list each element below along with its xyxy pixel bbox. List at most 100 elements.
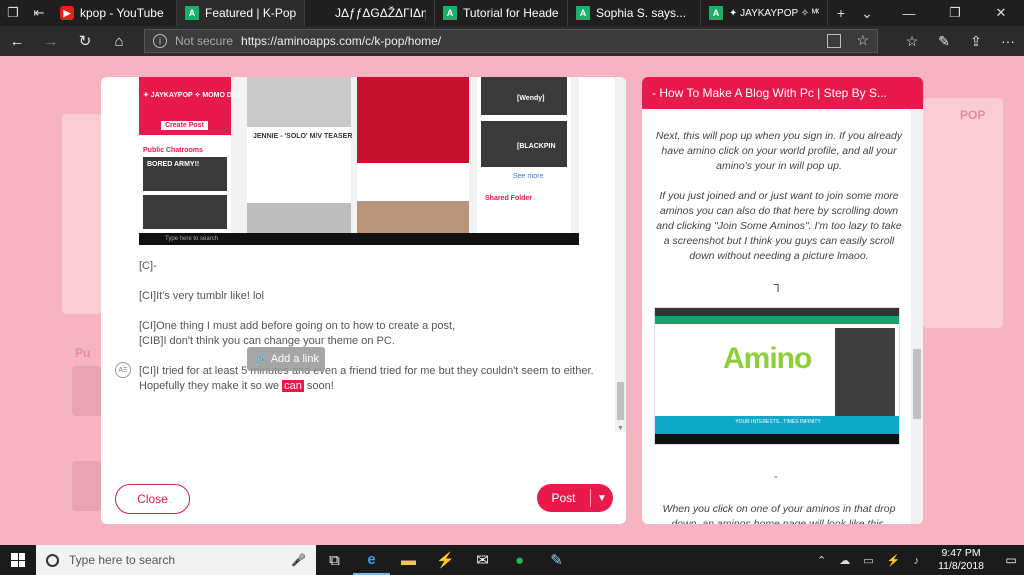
preview-scrollbar[interactable] bbox=[911, 109, 923, 524]
preview-body: Next, this will pop up when you sign in.… bbox=[654, 129, 904, 279]
scrollbar-thumb[interactable] bbox=[913, 349, 921, 419]
link-icon: 🔗 bbox=[252, 353, 267, 366]
tab-title: kpop - YouTube bbox=[80, 6, 164, 20]
tab-title: Sophia S. says... bbox=[596, 6, 687, 20]
forward-icon[interactable]: → bbox=[34, 26, 68, 56]
scrollbar-thumb[interactable] bbox=[617, 382, 624, 420]
tab-actions-icon[interactable]: ❐ bbox=[0, 0, 26, 26]
preview-paragraph: Next, this will pop up when you sign in.… bbox=[655, 130, 903, 172]
notification-icon[interactable]: ▭ bbox=[998, 553, 1024, 567]
editor-line: Hopefully they make it so we bbox=[139, 380, 283, 392]
screenshot-navbar bbox=[655, 316, 899, 324]
amino-icon: A bbox=[709, 6, 723, 20]
more-icon[interactable]: ··· bbox=[992, 26, 1024, 56]
shared-folder-label: Shared Folder bbox=[485, 195, 533, 202]
video-title: JENNIE - 'SOLO' M/V TEASER bbox=[253, 133, 353, 140]
chevron-down-icon[interactable]: ⌄ bbox=[854, 0, 880, 26]
add-link-label: Add a link bbox=[270, 353, 319, 365]
youtube-icon: ▶ bbox=[60, 6, 74, 20]
search-placeholder: Type here to search bbox=[69, 553, 176, 567]
amino-icon: A bbox=[185, 6, 199, 20]
address-bar[interactable]: i Not secure https://aminoapps.com/c/k-p… bbox=[144, 29, 878, 53]
tab-featured[interactable]: A Featured | K-Pop Ai bbox=[177, 0, 305, 26]
group-name: [BLACKPIN bbox=[517, 143, 556, 150]
bg-right-card bbox=[923, 98, 1003, 328]
windows-taskbar: Type here to search 🎤 ⧉ e ▬ ⚡ ✉ ● ✎ ⌃ ☁ … bbox=[0, 545, 1024, 575]
system-tray: ⌃ ☁ ▭ ⚡ ♪ 9:47 PM 11/8/2018 ▭ bbox=[817, 545, 1024, 575]
editor-line: [CI]I tried for at least 5 minutes and e… bbox=[139, 365, 594, 377]
start-button[interactable] bbox=[0, 545, 36, 575]
tab-youtube[interactable]: ▶ kpop - YouTube bbox=[52, 0, 177, 26]
mail-icon[interactable]: ✉ bbox=[464, 545, 501, 575]
tray-icons[interactable]: ⌃ ☁ ▭ ⚡ ♪ bbox=[817, 554, 924, 567]
task-view-icon[interactable]: ⧉ bbox=[316, 545, 353, 575]
see-more-link: See more bbox=[513, 173, 544, 180]
tab-tutorial[interactable]: A Tutorial for Headers, Bc bbox=[435, 0, 568, 26]
add-link-tooltip[interactable]: 🔗 Add a link bbox=[247, 347, 325, 371]
editor-scrollbar[interactable]: ▼ bbox=[615, 77, 626, 432]
editor-body[interactable]: [C]- [CI]It's very tumblr like! lol [CI]… bbox=[139, 259, 609, 409]
minimize-icon[interactable]: — bbox=[886, 0, 932, 26]
post-button[interactable]: Post ▼ bbox=[537, 484, 613, 512]
tab-back-icon[interactable]: ⇤ bbox=[26, 0, 52, 26]
profile-name: ✦ JAYKAYPOP ✧ MOMO DAy bbox=[143, 92, 241, 99]
share-icon[interactable]: ⇪ bbox=[960, 26, 992, 56]
info-icon[interactable]: i bbox=[153, 34, 167, 48]
file-explorer-icon[interactable]: ▬ bbox=[390, 545, 427, 575]
selected-text[interactable]: can bbox=[282, 380, 304, 392]
chat-thumb bbox=[143, 195, 227, 229]
home-icon[interactable]: ⌂ bbox=[102, 26, 136, 56]
blog-preview: - How To Make A Blog With Pc | Step By S… bbox=[642, 77, 923, 524]
clock[interactable]: 9:47 PM 11/8/2018 bbox=[938, 547, 984, 573]
editor-line: [CIB]I don't think you can change your t… bbox=[139, 335, 395, 347]
bolt-app-icon[interactable]: ⚡ bbox=[427, 545, 464, 575]
favorites-hub-icon[interactable]: ☆ bbox=[896, 26, 928, 56]
amino-icon: A bbox=[576, 6, 590, 20]
close-window-icon[interactable]: ✕ bbox=[978, 0, 1024, 26]
scroll-down-icon[interactable]: ▼ bbox=[617, 425, 624, 432]
browser-toolbar-right: ☆ ✎ ⇪ ··· bbox=[896, 26, 1024, 56]
preview-glyph: ᒣ bbox=[773, 283, 780, 295]
paint-icon[interactable]: ✎ bbox=[538, 545, 575, 575]
post-image bbox=[357, 201, 469, 233]
bg-sidebar-card bbox=[62, 114, 102, 314]
amino-icon: A bbox=[443, 6, 457, 20]
editor-paragraph: [CI]I tried for at least 5 minutes and e… bbox=[139, 364, 609, 394]
create-post-chip: Create Post bbox=[161, 121, 208, 130]
editor-line: [C]- bbox=[139, 260, 157, 272]
new-tab-icon[interactable]: + bbox=[828, 0, 854, 26]
close-button[interactable]: Close bbox=[115, 484, 190, 514]
browser-tab-bar: ❐ ⇤ ▶ kpop - YouTube A Featured | K-Pop … bbox=[0, 0, 1024, 26]
maximize-icon[interactable]: ❐ bbox=[932, 0, 978, 26]
tab-title: Featured | K-Pop Ai bbox=[205, 6, 296, 20]
screenshot-tagline: YOUR INTERESTS...TIMES INFINITY bbox=[655, 416, 899, 436]
favorite-star-icon[interactable]: ☆ bbox=[856, 32, 869, 49]
edge-icon[interactable]: e bbox=[353, 545, 390, 575]
search-icon bbox=[46, 553, 59, 567]
tab-title: JΔƒƒΔGΔŽΔΓIΔη • Cool bbox=[335, 6, 426, 20]
tab-jaykaypop[interactable]: A ✦ JAYKAYPOP ✧ ᴹᴼᴹᴼ ᴰᴬʸ | bbox=[701, 0, 828, 26]
chat-name: BORED ARMY!! bbox=[147, 161, 200, 168]
url-text: https://aminoapps.com/c/k-pop/home/ bbox=[241, 34, 442, 48]
editor-line: [CI]One thing I must add before going on… bbox=[139, 320, 456, 332]
amino-logo-word: Amino bbox=[723, 342, 812, 375]
tab-sophia[interactable]: A Sophia S. says... bbox=[568, 0, 701, 26]
windows-logo-icon bbox=[11, 553, 25, 567]
browser-nav-bar: ← → ↻ ⌂ i Not secure https://aminoapps.c… bbox=[0, 26, 1024, 56]
spotify-icon[interactable]: ● bbox=[501, 545, 538, 575]
back-icon[interactable]: ← bbox=[0, 26, 34, 56]
tab-cool[interactable]: JΔƒƒΔGΔŽΔΓIΔη • Cool bbox=[305, 0, 435, 26]
screenshot-tabbar bbox=[655, 308, 899, 316]
embedded-screenshot: ✦ JAYKAYPOP ✧ MOMO DAy Create Post Publi… bbox=[139, 77, 579, 245]
taskbar-search[interactable]: Type here to search 🎤 bbox=[36, 545, 316, 575]
bg-chat-card bbox=[72, 366, 102, 416]
microphone-icon[interactable]: 🎤 bbox=[291, 553, 306, 567]
tab-title: ✦ JAYKAYPOP ✧ ᴹᴼᴹᴼ ᴰᴬʸ | bbox=[729, 7, 819, 19]
chatrooms-label: Public Chatrooms bbox=[143, 147, 203, 154]
refresh-icon[interactable]: ↻ bbox=[68, 26, 102, 56]
screenshot-taskbar: Type here to search bbox=[139, 233, 579, 245]
pen-icon[interactable]: ✎ bbox=[928, 26, 960, 56]
chevron-down-icon[interactable]: ▼ bbox=[591, 493, 613, 504]
text-format-icon[interactable]: AΞ bbox=[115, 362, 131, 378]
reading-view-icon[interactable] bbox=[827, 34, 841, 48]
